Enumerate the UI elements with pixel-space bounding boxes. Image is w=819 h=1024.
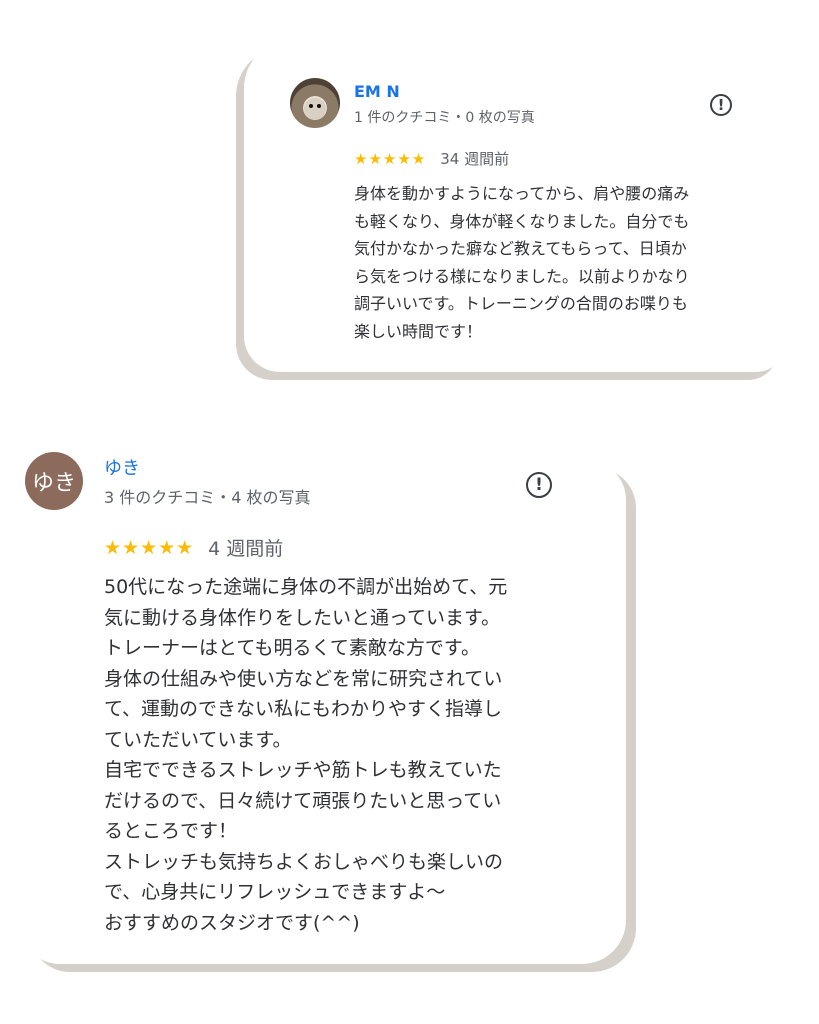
hedgehog-face — [304, 98, 326, 120]
review-text: 身体を動かすようになってから、肩や腰の痛み も軽くなり、身体が軽くなりました。自… — [354, 184, 690, 341]
review-time: 34 週間前 — [440, 150, 510, 168]
reviewer-name[interactable]: EM N — [354, 82, 400, 101]
reviewer-meta: 1 件のクチコミ・0 枚の写真 — [354, 110, 535, 126]
review-time: 4 週間前 — [208, 538, 284, 560]
report-flag-icon[interactable]: ! — [526, 472, 552, 498]
reviewer-avatar[interactable] — [290, 78, 340, 128]
star-rating-icon: ★★★★★ — [354, 149, 427, 168]
star-rating-icon: ★★★★★ — [104, 536, 195, 559]
report-flag-icon[interactable]: ! — [710, 94, 732, 116]
review-card: ゆき ゆき 3 件のクチコミ・4 枚の写真 ! ★★★★★ 4 週間前 50代に… — [20, 452, 626, 964]
review-text: 50代になった途端に身体の不調が出始めて、元 気に動ける身体作りをしたいと通って… — [104, 576, 508, 934]
review-card: EM N 1 件のクチコミ・0 枚の写真 ! ★★★★★ 34 週間前 身体を動… — [244, 40, 786, 372]
avatar-eye — [309, 104, 313, 108]
avatar-eye — [317, 104, 321, 108]
reviewer-name[interactable]: ゆき — [104, 454, 140, 480]
rating-row: ★★★★★ 4 週間前 — [104, 534, 283, 561]
reviewer-avatar[interactable]: ゆき — [25, 452, 83, 510]
rating-row: ★★★★★ 34 週間前 — [354, 148, 509, 169]
reviewer-meta: 3 件のクチコミ・4 枚の写真 — [104, 488, 311, 507]
